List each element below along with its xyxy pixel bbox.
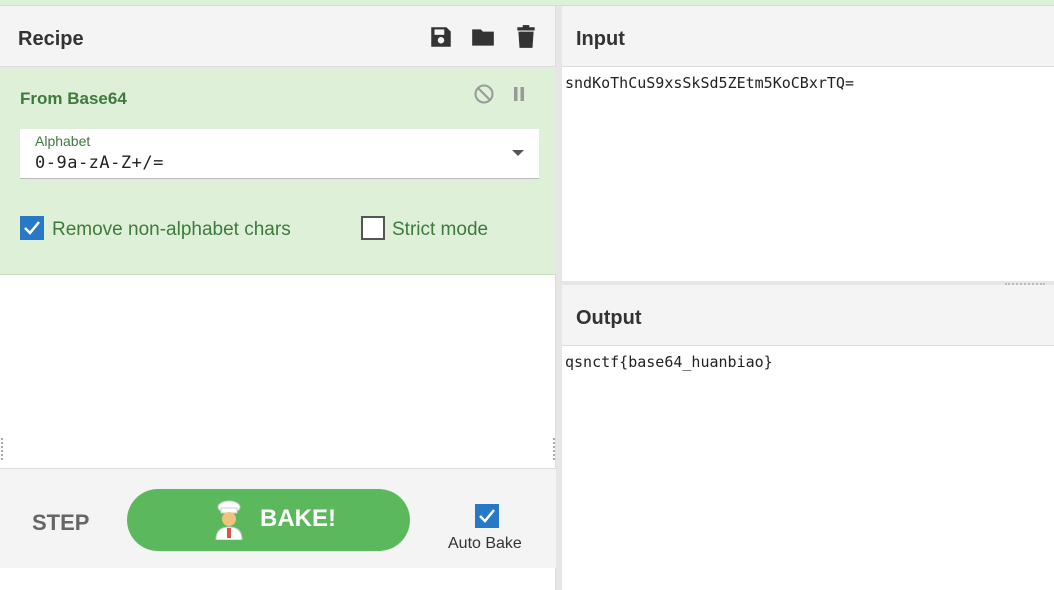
auto-bake-checkbox[interactable]: [475, 504, 499, 528]
input-title: Input: [576, 28, 625, 50]
bake-label: BAKE!: [260, 505, 336, 532]
controls-bar: STEP BAKE! Auto Bake: [0, 468, 556, 568]
operation-from-base64: From Base64 Alphabet 0-9a-zA-Z+/= Remove…: [0, 67, 556, 275]
recipe-header: Recipe: [0, 6, 555, 67]
trash-icon[interactable]: [513, 24, 539, 50]
bake-button[interactable]: BAKE!: [127, 489, 410, 551]
alphabet-value: 0-9a-zA-Z+/=: [35, 153, 164, 173]
output-text[interactable]: qsnctf{base64_huanbiao}: [565, 353, 773, 371]
output-header: Output: [562, 285, 1054, 346]
resize-handle[interactable]: [1, 438, 3, 460]
resize-handle[interactable]: [553, 438, 555, 460]
strict-mode-label: Strict mode: [392, 219, 489, 240]
auto-bake-label: Auto Bake: [448, 535, 522, 552]
folder-icon[interactable]: [470, 24, 496, 50]
alphabet-label: Alphabet: [35, 133, 91, 149]
output-title: Output: [576, 307, 642, 329]
output-panel: Output qsnctf{base64_huanbiao}: [562, 285, 1054, 590]
save-icon[interactable]: [428, 24, 454, 50]
step-button[interactable]: STEP: [32, 510, 89, 536]
disable-icon[interactable]: [473, 83, 495, 105]
chevron-down-icon[interactable]: [512, 150, 524, 156]
input-textarea[interactable]: sndKoThCuS9xsSkSd5ZEtm5KoCBxrTQ=: [565, 74, 854, 92]
remove-non-alphabet-checkbox[interactable]: [20, 216, 44, 240]
checkmark-icon: [479, 509, 495, 523]
input-panel: Input sndKoThCuS9xsSkSd5ZEtm5KoCBxrTQ=: [562, 6, 1054, 285]
checkmark-icon: [24, 221, 40, 235]
strict-mode-checkbox[interactable]: [361, 216, 385, 240]
alphabet-select[interactable]: Alphabet 0-9a-zA-Z+/=: [20, 129, 539, 179]
recipe-panel: Recipe From Base64 Alphabet 0-9a-zA-Z+/=: [0, 6, 556, 590]
recipe-title: Recipe: [18, 28, 84, 50]
chef-icon: [211, 500, 247, 541]
input-header: Input: [562, 6, 1054, 67]
pause-icon[interactable]: [508, 83, 530, 105]
remove-non-alphabet-label: Remove non-alphabet chars: [52, 219, 291, 240]
operation-title: From Base64: [20, 89, 127, 108]
